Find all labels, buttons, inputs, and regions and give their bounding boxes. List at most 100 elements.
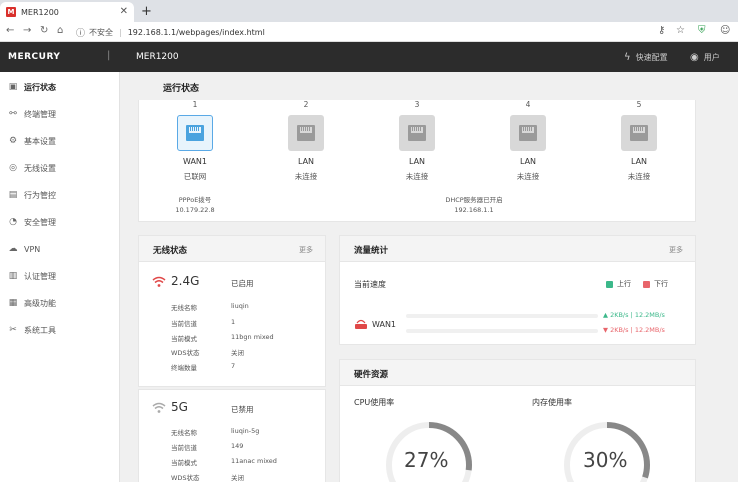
hardware-panel: 硬件资源 CPU使用率 内存使用率 27% 30% bbox=[339, 359, 696, 482]
main-title-bar: 运行状态 bbox=[120, 72, 738, 102]
download-speed: ▼ 2KB/s | 12.2MB/s bbox=[603, 326, 665, 334]
wireless-row-value: 关闭 bbox=[231, 474, 244, 482]
favicon-icon: M bbox=[6, 7, 16, 17]
port-name: LAN bbox=[630, 157, 648, 166]
port-name: LAN bbox=[408, 157, 426, 166]
user-link[interactable]: ◉ 用户 bbox=[690, 52, 720, 63]
info-icon[interactable]: ⓘ bbox=[76, 26, 85, 39]
legend-up-label: 上行 bbox=[617, 280, 631, 288]
sidebar-item-vpn[interactable]: ☁ VPN bbox=[0, 239, 120, 259]
ethernet-port-icon bbox=[177, 115, 213, 151]
sidebar-item-security[interactable]: ◔ 安全管理 bbox=[0, 212, 120, 232]
sidebar-item-label: 系统工具 bbox=[24, 325, 56, 335]
sidebar-item-auth[interactable]: ▥ 认证管理 bbox=[0, 266, 120, 286]
back-icon[interactable]: ← bbox=[6, 25, 14, 36]
wireless-header: 无线状态 更多 bbox=[139, 236, 325, 262]
port-3[interactable]: 3 LAN 未连接 bbox=[397, 100, 437, 182]
legend-up-swatch bbox=[606, 280, 613, 288]
band-state: 已禁用 bbox=[231, 405, 254, 414]
forward-icon[interactable]: → bbox=[23, 25, 31, 36]
wan-info: PPPoE拨号 10.179.22.8 bbox=[155, 195, 235, 215]
reload-icon[interactable]: ↻ bbox=[40, 25, 48, 36]
url-separator: | bbox=[119, 27, 122, 37]
ethernet-port-icon bbox=[510, 115, 546, 151]
wan-type: PPPoE拨号 bbox=[178, 196, 212, 204]
port-2[interactable]: 2 LAN 未连接 bbox=[286, 100, 326, 182]
wireless-row-label: 当前模式 bbox=[171, 335, 197, 343]
close-icon[interactable]: ✕ bbox=[120, 6, 128, 17]
sidebar-item-label: 运行状态 bbox=[24, 82, 56, 92]
legend-down-swatch bbox=[643, 280, 650, 288]
band-state: 已启用 bbox=[231, 279, 254, 288]
menu-icon[interactable]: ☺ bbox=[720, 25, 730, 36]
sidebar-item-advanced[interactable]: ▦ 高级功能 bbox=[0, 293, 120, 313]
app-header: MERCURY | MER1200 ϟ 快速配置 ◉ 用户 bbox=[0, 42, 738, 72]
sidebar-item-label: 基本设置 bbox=[24, 136, 56, 146]
port-name: LAN bbox=[297, 157, 315, 166]
port-1[interactable]: 1 WAN1 已联网 bbox=[175, 100, 215, 182]
band-name: 2.4G bbox=[171, 274, 200, 288]
port-status: 未连接 bbox=[516, 172, 540, 181]
port-4[interactable]: 4 LAN 未连接 bbox=[508, 100, 548, 182]
traffic-more-link[interactable]: 更多 bbox=[669, 245, 683, 255]
wireless-5g-panel: 5G 已禁用 无线名称 liuqin-5g 当前信道 149 当前模式 11an… bbox=[138, 389, 326, 482]
port-5[interactable]: 5 LAN 未连接 bbox=[619, 100, 659, 182]
user-label: 用户 bbox=[703, 53, 720, 62]
wireless-row-value: 7 bbox=[231, 362, 236, 370]
port-number: 3 bbox=[414, 100, 420, 109]
sidebar-item-label: VPN bbox=[24, 244, 41, 254]
upload-bar bbox=[406, 314, 598, 318]
address-bar[interactable]: ⓘ 不安全 | 192.168.1.1/webpages/index.html bbox=[76, 24, 716, 40]
wireless-row-label: WDS状态 bbox=[171, 349, 200, 357]
wireless-row-value: liuqin bbox=[231, 302, 249, 310]
lan-info: DHCP服务器已开启 192.168.1.1 bbox=[419, 195, 529, 215]
security-label: 不安全 bbox=[89, 27, 114, 37]
memory-percent: 30% bbox=[583, 448, 628, 472]
hardware-header: 硬件资源 bbox=[340, 360, 695, 386]
ethernet-port-icon bbox=[288, 115, 324, 151]
advanced-icon: ▦ bbox=[8, 298, 18, 308]
wireless-more-link[interactable]: 更多 bbox=[299, 245, 313, 255]
key-icon[interactable]: ⚷ bbox=[658, 25, 665, 36]
new-tab-icon[interactable]: + bbox=[141, 4, 152, 19]
url-text[interactable]: 192.168.1.1/webpages/index.html bbox=[128, 28, 265, 37]
legend-down-label: 下行 bbox=[654, 280, 668, 288]
download-bar bbox=[406, 329, 598, 333]
legend-up: 上行 bbox=[606, 279, 631, 289]
control-icon: ▤ bbox=[8, 190, 18, 200]
sidebar-item-basic[interactable]: ⚙ 基本设置 bbox=[0, 131, 120, 151]
cpu-percent: 27% bbox=[404, 448, 449, 472]
devices-icon: ⚯ bbox=[9, 109, 17, 119]
tab-title: MER1200 bbox=[21, 7, 59, 17]
wireless-row-label: 无线名称 bbox=[171, 429, 197, 437]
wifi-icon bbox=[152, 276, 166, 291]
memory-label: 内存使用率 bbox=[532, 398, 572, 407]
wireless-row-label: 当前信道 bbox=[171, 320, 197, 328]
sidebar-item-wireless[interactable]: ◎ 无线设置 bbox=[0, 158, 120, 178]
shield-icon[interactable]: ⛨ bbox=[698, 25, 706, 36]
sidebar-item-label: 无线设置 bbox=[24, 163, 56, 173]
wireless-row-value: 149 bbox=[231, 442, 244, 450]
port-number: 5 bbox=[636, 100, 642, 109]
header-divider: | bbox=[107, 50, 111, 61]
dhcp-status: DHCP服务器已开启 bbox=[445, 196, 503, 204]
wireless-row-label: 终端数量 bbox=[171, 364, 197, 372]
wireless-row-label: 当前模式 bbox=[171, 459, 197, 467]
traffic-title: 流量统计 bbox=[354, 246, 389, 256]
port-number: 1 bbox=[192, 100, 198, 109]
port-name: LAN bbox=[519, 157, 537, 166]
legend-down: 下行 bbox=[643, 279, 668, 289]
lan-ip: 192.168.1.1 bbox=[454, 206, 494, 214]
browser-tabbar: M MER1200 ✕ + bbox=[0, 0, 738, 22]
star-icon[interactable]: ☆ bbox=[676, 25, 685, 36]
quick-setup-link[interactable]: ϟ 快速配置 bbox=[624, 52, 668, 63]
sidebar-item-tools[interactable]: ✂ 系统工具 bbox=[0, 320, 120, 340]
lightning-icon: ϟ bbox=[624, 52, 631, 63]
auth-icon: ▥ bbox=[8, 271, 18, 281]
browser-tab[interactable]: M MER1200 ✕ bbox=[0, 2, 134, 22]
cpu-label: CPU使用率 bbox=[354, 398, 395, 407]
home-icon[interactable]: ⌂ bbox=[57, 25, 63, 36]
sidebar-item-devices[interactable]: ⚯ 终端管理 bbox=[0, 104, 120, 124]
sidebar-item-status[interactable]: ▣ 运行状态 bbox=[0, 77, 120, 97]
sidebar-item-control[interactable]: ▤ 行为管控 bbox=[0, 185, 120, 205]
